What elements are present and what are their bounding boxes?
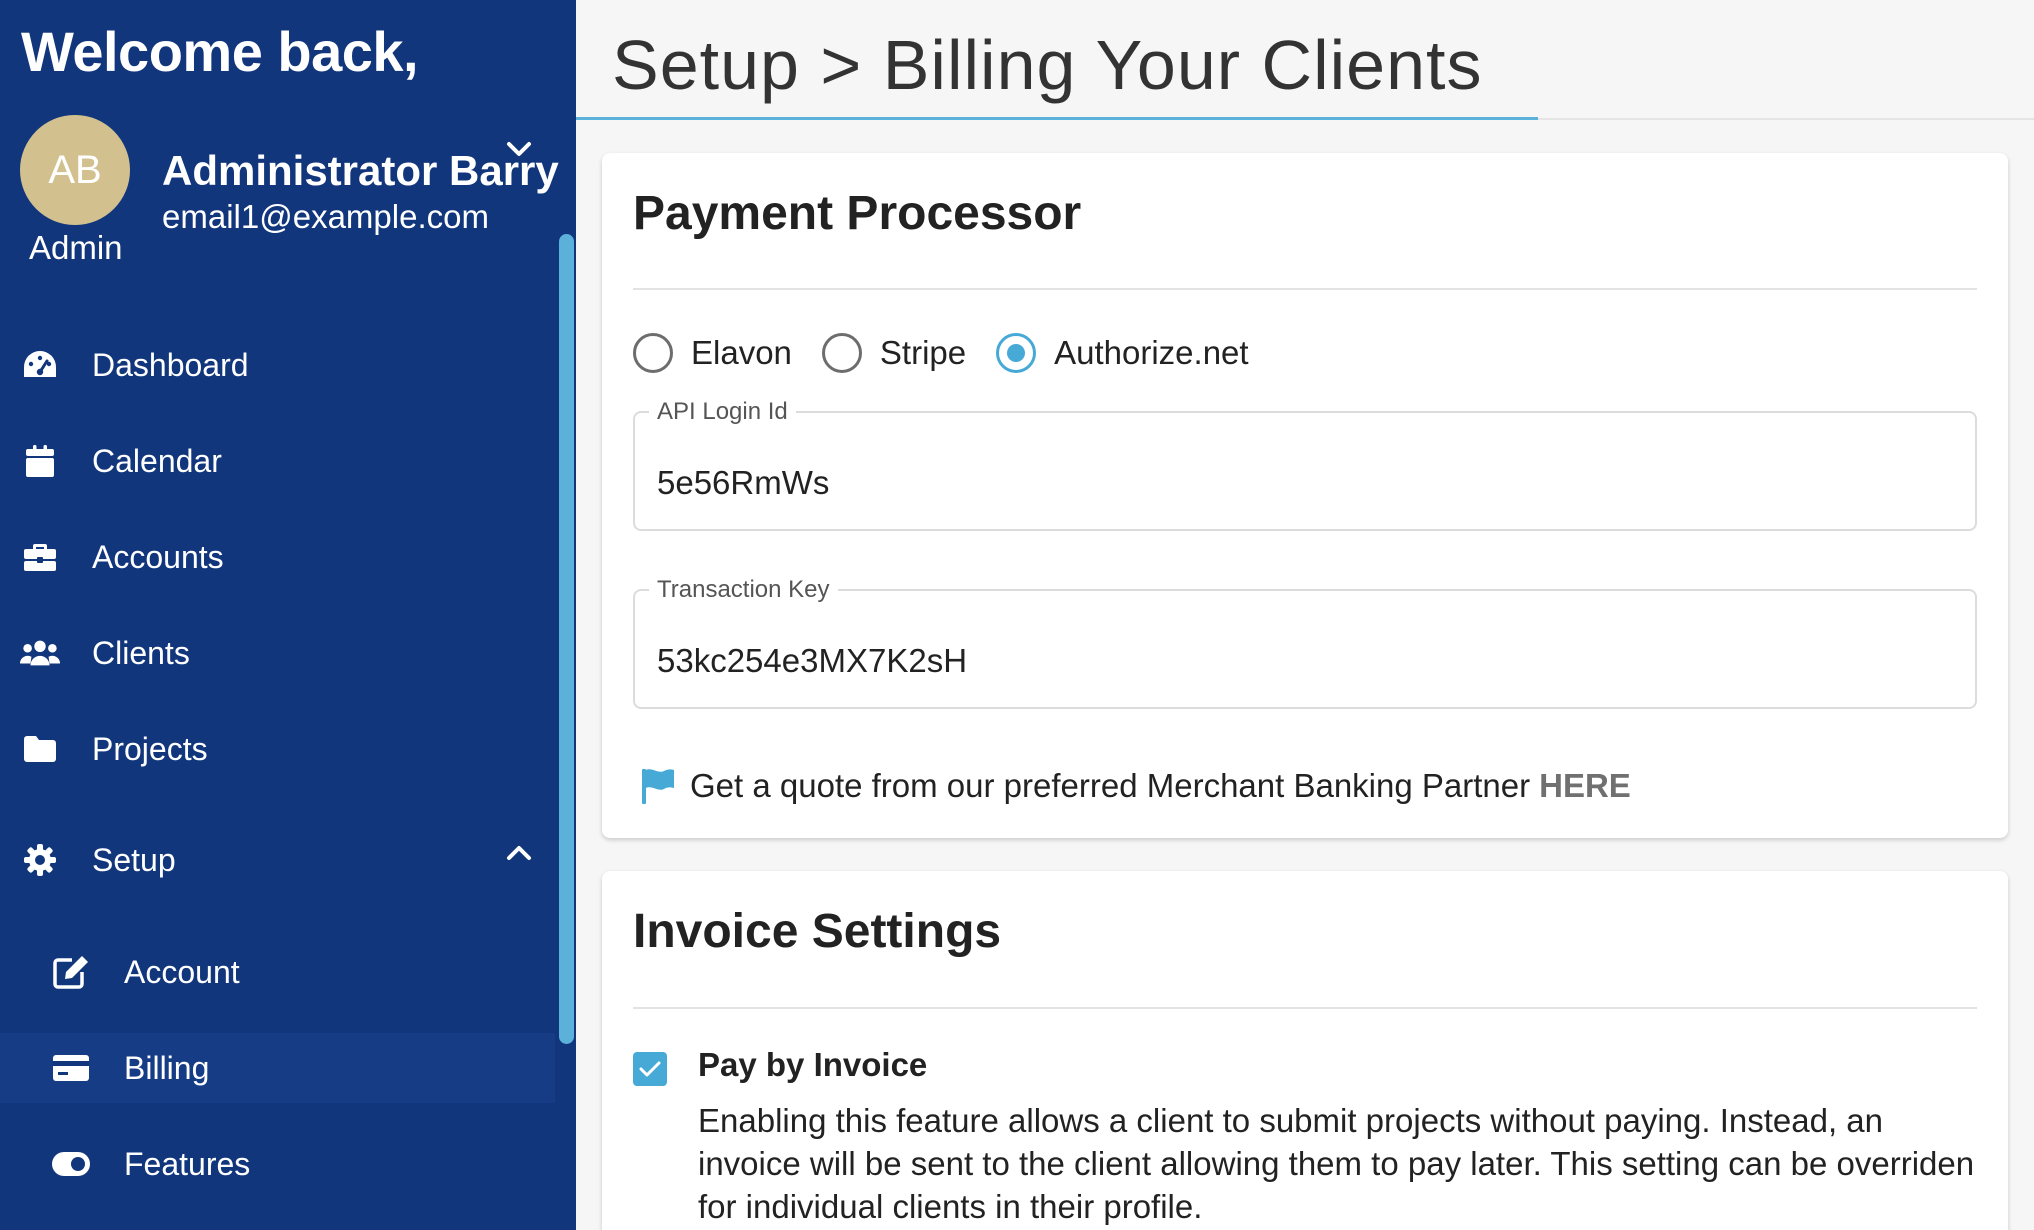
chevron-up-icon[interactable] [504, 840, 534, 866]
dashboard-gauge-icon [20, 345, 60, 385]
nav-calendar-label: Calendar [92, 443, 222, 479]
folder-icon [20, 729, 60, 769]
api-login-id-label: API Login Id [649, 397, 796, 427]
user-name[interactable]: Administrator Barry [162, 145, 559, 197]
radio-stripe-label: Stripe [879, 334, 967, 371]
invoice-settings-title: Invoice Settings [633, 905, 1002, 958]
sidebar-scrollbar[interactable] [559, 234, 574, 1044]
user-email: email1@example.com [162, 198, 489, 235]
divider [633, 1007, 1977, 1009]
welcome-heading: Welcome back, [21, 20, 419, 83]
nav-dashboard-label: Dashboard [92, 347, 249, 383]
merchant-partner-note: Get a quote from our preferred Merchant … [640, 766, 1631, 806]
nav-setup-features-label: Features [124, 1146, 251, 1182]
nav-calendar[interactable]: Calendar [0, 426, 555, 496]
nav-setup-account[interactable]: Account [0, 937, 555, 1007]
nav-setup-billing-label: Billing [124, 1050, 210, 1086]
user-role: Admin [29, 229, 123, 266]
briefcase-icon [20, 537, 60, 577]
processor-radio-group: Elavon Stripe Authorize.net [633, 330, 1279, 376]
radio-stripe-circle[interactable] [821, 333, 862, 373]
merchant-partner-link[interactable]: HERE [1539, 766, 1631, 806]
nav-dashboard[interactable]: Dashboard [0, 330, 555, 400]
radio-elavon-label: Elavon [691, 334, 792, 371]
radio-elavon[interactable]: Elavon [633, 333, 792, 373]
radio-authorize-net-label: Authorize.net [1054, 334, 1249, 371]
transaction-key-field[interactable]: Transaction Key 53kc254e3MX7K2sH [633, 575, 1977, 709]
pay-by-invoice-checkbox[interactable] [633, 1052, 667, 1086]
invoice-settings-card: Invoice Settings Pay by Invoice Enabling… [602, 871, 2008, 1230]
nav-setup-features[interactable]: Features [0, 1129, 555, 1199]
nav-clients[interactable]: Clients [0, 618, 555, 688]
avatar[interactable]: AB [20, 115, 130, 225]
radio-elavon-circle[interactable] [633, 333, 673, 373]
payment-processor-title: Payment Processor [633, 187, 1082, 240]
radio-authorize-net-circle[interactable] [996, 333, 1037, 373]
payment-processor-card: Payment Processor Elavon Stripe Authoriz… [602, 153, 2008, 838]
nav-projects[interactable]: Projects [0, 714, 555, 784]
transaction-key-value[interactable]: 53kc254e3MX7K2sH [657, 641, 967, 681]
title-underline [576, 117, 1538, 120]
nav-projects-label: Projects [92, 731, 208, 767]
api-login-id-value[interactable]: 5e56RmWs [657, 463, 829, 503]
avatar-initials: AB [48, 147, 102, 192]
nav-clients-label: Clients [92, 635, 190, 671]
transaction-key-label: Transaction Key [649, 575, 838, 605]
page-header: Setup > Billing Your Clients [576, 0, 2034, 120]
gear-icon [20, 840, 60, 880]
api-login-id-field[interactable]: API Login Id 5e56RmWs [633, 397, 1977, 531]
edit-icon [51, 952, 91, 992]
nav-setup-label: Setup [92, 842, 176, 878]
nav-accounts[interactable]: Accounts [0, 522, 555, 592]
radio-stripe[interactable]: Stripe [821, 333, 967, 373]
nav-setup-billing[interactable]: Billing [0, 1033, 555, 1103]
sidebar: Welcome back, AB Admin Administrator Bar… [0, 0, 576, 1230]
nav-setup[interactable]: Setup [0, 825, 555, 895]
pay-by-invoice-label: Pay by Invoice [698, 1046, 928, 1083]
divider [633, 288, 1977, 290]
radio-authorize-net[interactable]: Authorize.net [996, 333, 1249, 373]
merchant-partner-text: Get a quote from our preferred Merchant … [690, 767, 1531, 804]
users-icon [20, 633, 60, 673]
checkmark-icon [639, 1061, 661, 1077]
calendar-icon [20, 441, 60, 481]
flag-icon [642, 769, 674, 804]
toggle-icon [51, 1144, 91, 1184]
chevron-down-icon[interactable] [504, 136, 534, 162]
credit-card-icon [51, 1048, 91, 1088]
nav-accounts-label: Accounts [92, 539, 224, 575]
pay-by-invoice-description: Enabling this feature allows a client to… [698, 1102, 1975, 1225]
page-title: Setup > Billing Your Clients [612, 26, 1483, 104]
nav-setup-account-label: Account [124, 954, 240, 990]
